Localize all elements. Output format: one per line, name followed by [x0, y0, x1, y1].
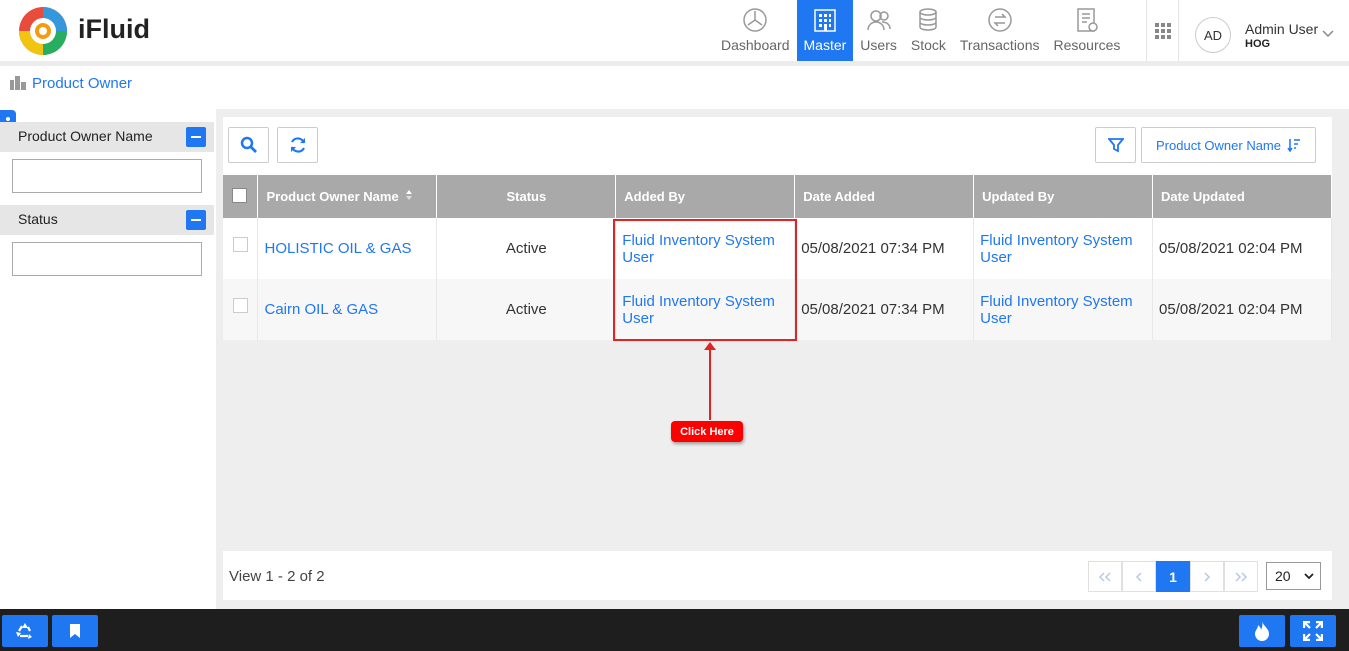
- table-header-row: Product Owner Name Status Added By Date …: [223, 175, 1332, 218]
- nav-resources[interactable]: Resources: [1047, 0, 1128, 61]
- first-page-button[interactable]: [1088, 561, 1122, 592]
- bottom-bar: [0, 609, 1349, 651]
- row-checkbox[interactable]: [233, 298, 248, 313]
- nav-transactions-label: Transactions: [959, 37, 1040, 53]
- nav-resources-label: Resources: [1053, 37, 1121, 53]
- funnel-icon: [1107, 138, 1124, 153]
- app-brand: iFluid: [78, 14, 150, 44]
- nav-dashboard[interactable]: Dashboard: [714, 0, 797, 61]
- chevron-down-icon[interactable]: [1322, 30, 1334, 38]
- nav-stock[interactable]: Stock: [904, 0, 953, 61]
- date-added-cell: 05/08/2021 07:34 PM: [794, 279, 975, 340]
- nav-users[interactable]: Users: [853, 0, 904, 61]
- fire-icon: [1255, 621, 1269, 641]
- recycle-button[interactable]: [2, 615, 48, 647]
- search-icon: [240, 136, 257, 153]
- users-icon: [866, 10, 891, 31]
- grid-icon: [1154, 22, 1171, 39]
- date-added-cell: 05/08/2021 07:34 PM: [794, 218, 975, 279]
- column-header-date-updated[interactable]: Date Updated: [1152, 175, 1332, 218]
- product-owner-name-filter-input[interactable]: [12, 159, 202, 193]
- column-header-date-added[interactable]: Date Added: [794, 175, 975, 218]
- bookmark-button[interactable]: [52, 615, 98, 647]
- click-here-callout: Click Here: [671, 421, 743, 442]
- double-chevron-left-icon: [1098, 571, 1111, 582]
- stack-icon: [919, 8, 938, 31]
- highlight-box: [613, 219, 797, 341]
- page-title: Product Owner: [32, 75, 133, 92]
- filter-label: Product Owner Name: [18, 128, 153, 144]
- updated-by-link[interactable]: Fluid Inventory System User: [973, 218, 1154, 279]
- page-size-select[interactable]: 20: [1266, 562, 1321, 590]
- expand-icon: [1303, 621, 1323, 641]
- last-page-button[interactable]: [1224, 561, 1258, 592]
- speedometer-icon: [743, 8, 767, 32]
- nav-stock-label: Stock: [910, 37, 946, 53]
- next-page-button[interactable]: [1190, 561, 1224, 592]
- filter-header-status: Status: [0, 205, 214, 235]
- column-header-added-by[interactable]: Added By: [615, 175, 796, 218]
- fullscreen-button[interactable]: [1290, 615, 1336, 647]
- records-summary: View 1 - 2 of 2: [229, 568, 325, 585]
- column-header-status[interactable]: Status: [436, 175, 617, 218]
- refresh-icon: [290, 137, 305, 153]
- ifluid-logo-icon[interactable]: [17, 5, 69, 57]
- nav-transactions[interactable]: Transactions: [953, 0, 1047, 61]
- sort-icon[interactable]: [405, 189, 413, 201]
- nav-users-label: Users: [860, 37, 897, 53]
- owner-name-link[interactable]: HOLISTIC OIL & GAS: [257, 218, 438, 279]
- nav-master-label: Master: [803, 37, 847, 53]
- nav-master[interactable]: Master: [796, 0, 854, 61]
- chevron-down-icon: [1304, 573, 1314, 580]
- row-select-cell[interactable]: [223, 279, 259, 340]
- updated-by-link[interactable]: Fluid Inventory System User: [973, 279, 1154, 340]
- row-checkbox[interactable]: [233, 237, 248, 252]
- date-updated-cell: 05/08/2021 02:04 PM: [1152, 218, 1332, 279]
- recycle-icon: [16, 623, 32, 639]
- document-icon: [1077, 8, 1098, 32]
- column-header-updated-by[interactable]: Updated By: [973, 175, 1154, 218]
- select-all-cell[interactable]: [223, 175, 259, 218]
- user-org: HOG: [1245, 38, 1271, 50]
- status-cell: Active: [436, 218, 617, 279]
- sort-descending-icon: [1287, 139, 1300, 152]
- building-icon: [10, 76, 26, 90]
- chevron-left-icon: [1135, 571, 1142, 582]
- chevron-right-icon: [1204, 571, 1211, 582]
- page-button-current[interactable]: 1: [1156, 561, 1190, 592]
- top-bar-divider: [0, 61, 1349, 66]
- user-name[interactable]: Admin User: [1245, 21, 1318, 37]
- column-header-name-label: Product Owner Name: [266, 189, 399, 204]
- select-all-checkbox[interactable]: [232, 187, 247, 203]
- double-chevron-right-icon: [1235, 571, 1248, 582]
- collapse-button[interactable]: [186, 127, 206, 147]
- main-nav: Dashboard Master Users Stock Transaction…: [714, 0, 1127, 61]
- refresh-button[interactable]: [277, 127, 318, 163]
- owner-name-link[interactable]: Cairn OIL & GAS: [257, 279, 438, 340]
- row-select-cell[interactable]: [223, 218, 259, 279]
- user-avatar[interactable]: AD: [1195, 17, 1231, 53]
- pagination: 1: [1088, 561, 1258, 592]
- filter-button[interactable]: [1095, 127, 1136, 163]
- fire-button[interactable]: [1239, 615, 1285, 647]
- bookmark-icon: [70, 624, 80, 638]
- page-size-value: 20: [1275, 568, 1291, 584]
- annotation-arrow: [709, 348, 711, 420]
- sort-by-button[interactable]: Product Owner Name: [1141, 127, 1316, 163]
- column-header-name[interactable]: Product Owner Name: [257, 175, 438, 218]
- status-cell: Active: [436, 279, 617, 340]
- prev-page-button[interactable]: [1122, 561, 1156, 592]
- sort-by-label: Product Owner Name: [1156, 137, 1281, 153]
- building-icon: [814, 9, 836, 32]
- collapse-button[interactable]: [186, 210, 206, 230]
- grid-toolbar: Product Owner Name: [223, 117, 1332, 175]
- filter-header-product-owner-name: Product Owner Name: [0, 122, 214, 152]
- search-button[interactable]: [228, 127, 269, 163]
- exchange-icon: [987, 8, 1012, 32]
- apps-grid-button[interactable]: [1146, 0, 1179, 61]
- nav-dashboard-label: Dashboard: [721, 37, 790, 53]
- filter-label: Status: [18, 211, 58, 227]
- date-updated-cell: 05/08/2021 02:04 PM: [1152, 279, 1332, 340]
- status-filter-input[interactable]: [12, 242, 202, 276]
